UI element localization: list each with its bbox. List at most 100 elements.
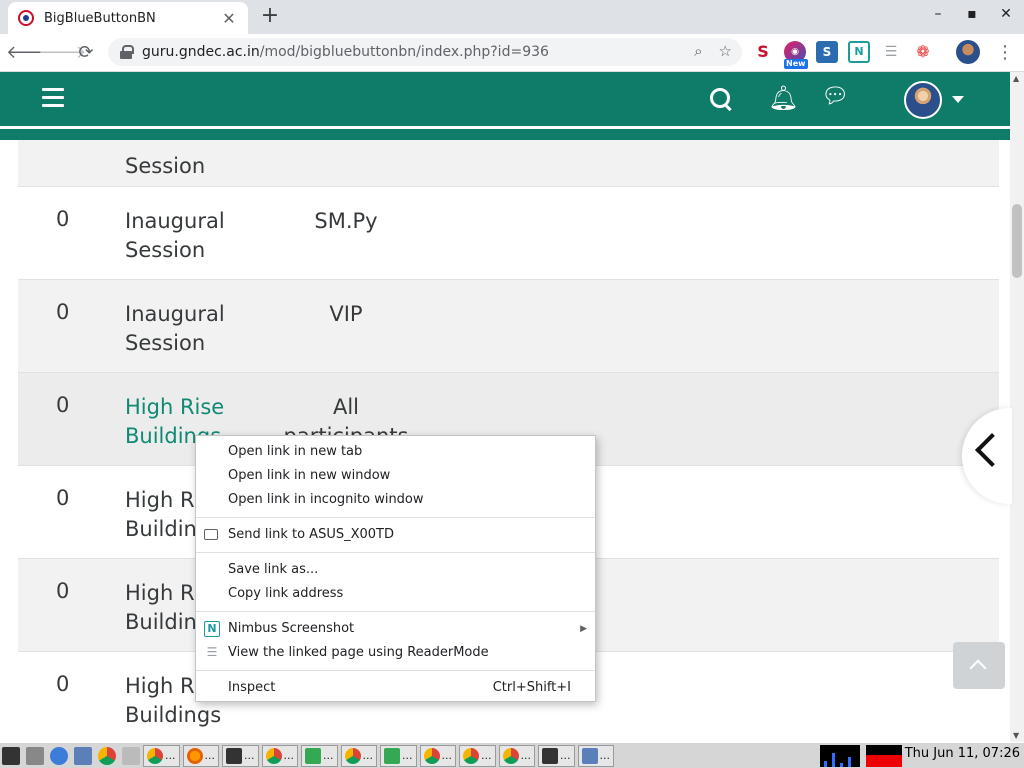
site-favicon-icon xyxy=(18,10,34,26)
nimbus-icon: N xyxy=(204,621,220,637)
menu-item-copy-address[interactable]: Copy link address xyxy=(196,582,595,606)
address-bar[interactable]: guru.gndec.ac.in/mod/bigbluebuttonbn/ind… xyxy=(108,38,742,66)
menu-item-save-link[interactable]: Save link as... xyxy=(196,558,595,582)
user-avatar[interactable] xyxy=(904,81,942,119)
meeting-name: Inaugural Session xyxy=(125,302,225,355)
participants-count: 0 xyxy=(56,579,70,603)
menu-item-send-to-device[interactable]: Send link to ASUS_X00TD xyxy=(196,523,595,547)
menu-item-nimbus-screenshot[interactable]: N Nimbus Screenshot ▶ xyxy=(196,617,595,641)
scroll-up-arrow-icon[interactable]: ▲ xyxy=(1013,74,1019,83)
scroll-down-arrow-icon[interactable]: ▼ xyxy=(1013,731,1019,740)
menu-item-inspect[interactable]: Inspect Ctrl+Shift+I xyxy=(196,676,595,700)
chrome-launcher-icon[interactable] xyxy=(98,746,116,765)
launcher-icon[interactable] xyxy=(122,746,140,765)
menu-item-label: View the linked page using ReaderMode xyxy=(228,645,489,660)
taskbar-window-button[interactable]: ... xyxy=(340,744,377,767)
table-row: Session xyxy=(18,140,999,187)
cpu-graph xyxy=(820,745,860,767)
search-icon[interactable] xyxy=(708,86,734,112)
taskbar-window-button[interactable]: ... xyxy=(459,744,496,767)
window-controls: – ▪ ✕ xyxy=(928,6,1016,22)
new-tab-button[interactable]: + xyxy=(258,4,282,28)
clock[interactable]: Thu Jun 11, 07:26 xyxy=(905,746,1020,761)
file-manager-icon[interactable] xyxy=(74,746,92,765)
menu-item-open-new-tab[interactable]: Open link in new tab xyxy=(196,440,595,464)
terminal-icon xyxy=(226,747,242,764)
meeting-name: Session xyxy=(125,154,206,178)
taskbar-window-button[interactable]: ... xyxy=(261,744,298,767)
chrome-icon xyxy=(423,747,440,764)
messages-chat-icon[interactable]: 💬︎ xyxy=(820,84,850,112)
lock-icon[interactable] xyxy=(120,45,134,59)
chrome-icon xyxy=(265,747,282,764)
bookmark-star-icon[interactable]: ☆ xyxy=(719,42,732,60)
taskbar-window-button[interactable]: ... xyxy=(380,744,417,767)
taskbar-window-button[interactable]: ... xyxy=(419,744,456,767)
url-host: guru.gndec.ac.in xyxy=(142,44,260,60)
menu-item-label: Nimbus Screenshot xyxy=(228,621,355,636)
participants-count: 0 xyxy=(56,207,70,231)
taskbar-window-button[interactable]: ... xyxy=(577,744,614,767)
zoom-icon[interactable]: ⌕ xyxy=(694,42,702,60)
taskbar-window-label: ... xyxy=(323,748,334,762)
hamburger-menu-icon[interactable] xyxy=(42,88,64,108)
menu-item-open-new-window[interactable]: Open link in new window xyxy=(196,464,595,488)
chevron-up-icon xyxy=(969,659,987,677)
participants-count: 0 xyxy=(56,300,70,324)
extension-new-icon[interactable]: ◉ New xyxy=(784,41,808,69)
extension-s-icon[interactable]: S xyxy=(752,41,774,63)
taskbar-window-button[interactable]: ... xyxy=(182,744,219,767)
start-menu-icon[interactable] xyxy=(2,746,20,765)
back-button[interactable]: 🡐 xyxy=(6,37,54,69)
taskbar-window-button[interactable]: ... xyxy=(538,744,575,767)
back-to-top-button[interactable] xyxy=(953,642,1005,689)
os-taskbar: .................................... Thu… xyxy=(0,742,1024,768)
chrome-icon xyxy=(344,747,361,764)
menu-divider xyxy=(196,611,595,612)
browser-tab[interactable]: BigBlueButtonBN ✕ xyxy=(8,2,248,34)
browser-menu-icon[interactable]: ⋮ xyxy=(996,42,1014,63)
taskbar-window-label: ... xyxy=(283,748,295,762)
taskbar-window-label: ... xyxy=(520,748,532,762)
taskbar-window-label: ... xyxy=(165,748,176,762)
taskbar-window-button[interactable]: ... xyxy=(143,744,180,767)
browser-tab-strip: BigBlueButtonBN ✕ + – ▪ ✕ xyxy=(0,0,1024,34)
firefox-icon xyxy=(186,747,203,764)
minimize-button[interactable]: – xyxy=(928,6,948,22)
link-context-menu: Open link in new tab Open link in new wi… xyxy=(195,435,596,702)
site-navbar: 🔔︎ 💬︎ xyxy=(0,72,1010,126)
taskbar-window-label: ... xyxy=(599,748,611,762)
notifications-bell-icon[interactable]: 🔔︎ xyxy=(768,84,798,112)
taskbar-window-label: ... xyxy=(204,748,216,762)
taskbar-window-label: ... xyxy=(441,748,453,762)
close-window-button[interactable]: ✕ xyxy=(996,6,1016,22)
extension-s-blue-icon[interactable]: S xyxy=(816,41,838,63)
show-desktop-icon[interactable] xyxy=(26,746,44,765)
table-row: 0 Inaugural Session VIP xyxy=(18,280,999,373)
nimbus-extension-icon[interactable]: N xyxy=(848,41,870,63)
participants-count: 0 xyxy=(56,393,70,417)
menu-item-open-incognito[interactable]: Open link in incognito window xyxy=(196,488,595,512)
menu-divider xyxy=(196,517,595,518)
extension-red-icon[interactable]: ❁ xyxy=(912,41,934,63)
reader-mode-extension-icon[interactable]: ☰ xyxy=(880,41,902,63)
scrollbar-thumb[interactable] xyxy=(1012,204,1022,278)
taskbar-window-button[interactable]: ... xyxy=(498,744,535,767)
group-name: VIP xyxy=(329,302,363,326)
chrome-icon xyxy=(147,747,163,764)
menu-divider xyxy=(196,552,595,553)
taskbar-window-button[interactable]: ... xyxy=(222,744,259,767)
menu-item-reader-mode[interactable]: ☰ View the linked page using ReaderMode xyxy=(196,641,595,665)
tab-title: BigBlueButtonBN xyxy=(44,10,156,26)
forward-button[interactable]: 🡒 xyxy=(38,37,86,69)
reload-button[interactable]: ⟳ xyxy=(70,37,102,69)
network-globe-icon[interactable] xyxy=(50,746,68,765)
browser-profile-avatar[interactable] xyxy=(956,40,980,64)
page-scrollbar[interactable]: ▲ ▼ xyxy=(1010,72,1024,742)
url-path: /mod/bigbluebuttonbn/index.php?id=936 xyxy=(259,44,549,60)
device-icon xyxy=(204,529,218,540)
taskbar-window-button[interactable]: ... xyxy=(301,744,338,767)
close-tab-icon[interactable]: ✕ xyxy=(220,9,238,28)
user-menu-caret-icon[interactable] xyxy=(952,96,964,103)
maximize-button[interactable]: ▪ xyxy=(962,6,982,22)
